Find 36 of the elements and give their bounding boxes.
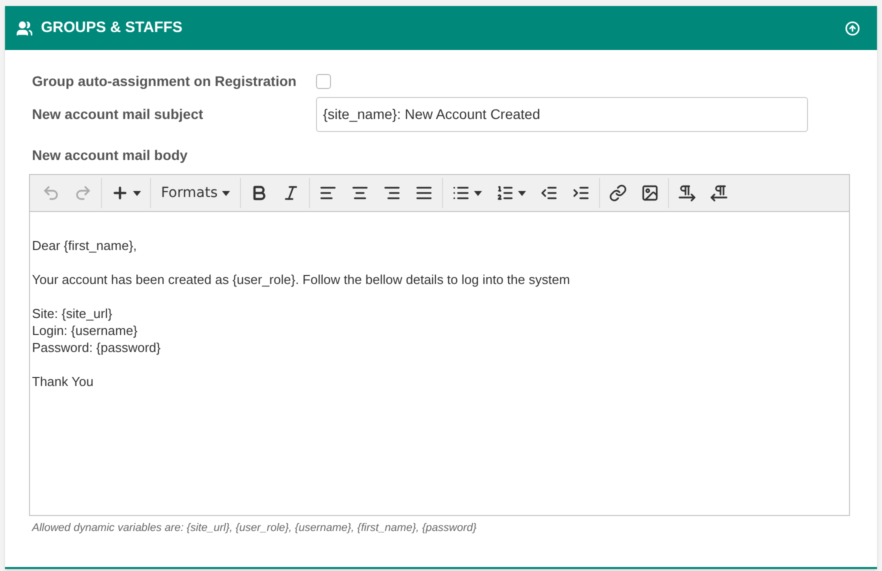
plus-icon xyxy=(111,184,129,202)
field-label: New account mail subject xyxy=(32,104,204,124)
formats-dropdown[interactable]: Formats xyxy=(153,178,238,208)
body-text: Thank You xyxy=(32,373,94,390)
image-icon xyxy=(640,184,659,202)
help-text: Allowed dynamic variables are: {site_url}, {user_role}, {username}, {first_name}, {password} xyxy=(32,521,478,536)
body-text: Login: {username} xyxy=(32,322,139,339)
panel-title: GROUPS & STAFFS xyxy=(41,18,182,38)
checkbox[interactable] xyxy=(316,74,331,88)
caret-icon xyxy=(518,190,526,196)
align-center-icon xyxy=(350,184,369,202)
pilcrow-icon xyxy=(710,184,728,202)
users-icon xyxy=(16,20,33,36)
bullet-list-icon xyxy=(452,184,470,202)
editor-content[interactable]: Dear {first_name}, Your account has been created as {user_role}. Follow the bellow details to log into the system Site: {site_url} Login: {username} Password: {password} Thank You xyxy=(30,212,849,515)
body-text: Site: {site_url} xyxy=(32,305,114,322)
caret-icon xyxy=(133,190,141,196)
subject-field[interactable]: {site_name}: New Account Created xyxy=(316,96,808,132)
indent-icon xyxy=(572,184,590,202)
field-label: New account mail body xyxy=(32,146,189,165)
body-text: Password: {password} xyxy=(32,339,162,356)
body-text: Your account has been created as {user_role}. Follow the bellow details to log into the system xyxy=(32,271,571,288)
undo-icon xyxy=(42,184,60,202)
redo-icon xyxy=(74,184,92,202)
pilcrow-icon xyxy=(678,184,696,202)
collapse-icon[interactable] xyxy=(845,20,860,36)
align-justify-icon xyxy=(414,184,433,202)
align-right-icon xyxy=(382,184,401,202)
numbered-list-icon xyxy=(496,184,514,202)
caret-icon xyxy=(474,190,482,196)
body-text: Dear {first_name}, xyxy=(32,237,138,254)
align-left-icon xyxy=(318,184,337,202)
field-label: Group auto-assignment on Registration xyxy=(32,72,298,91)
outdent-icon xyxy=(540,184,558,202)
caret-icon xyxy=(222,190,230,196)
link-icon xyxy=(608,184,627,202)
